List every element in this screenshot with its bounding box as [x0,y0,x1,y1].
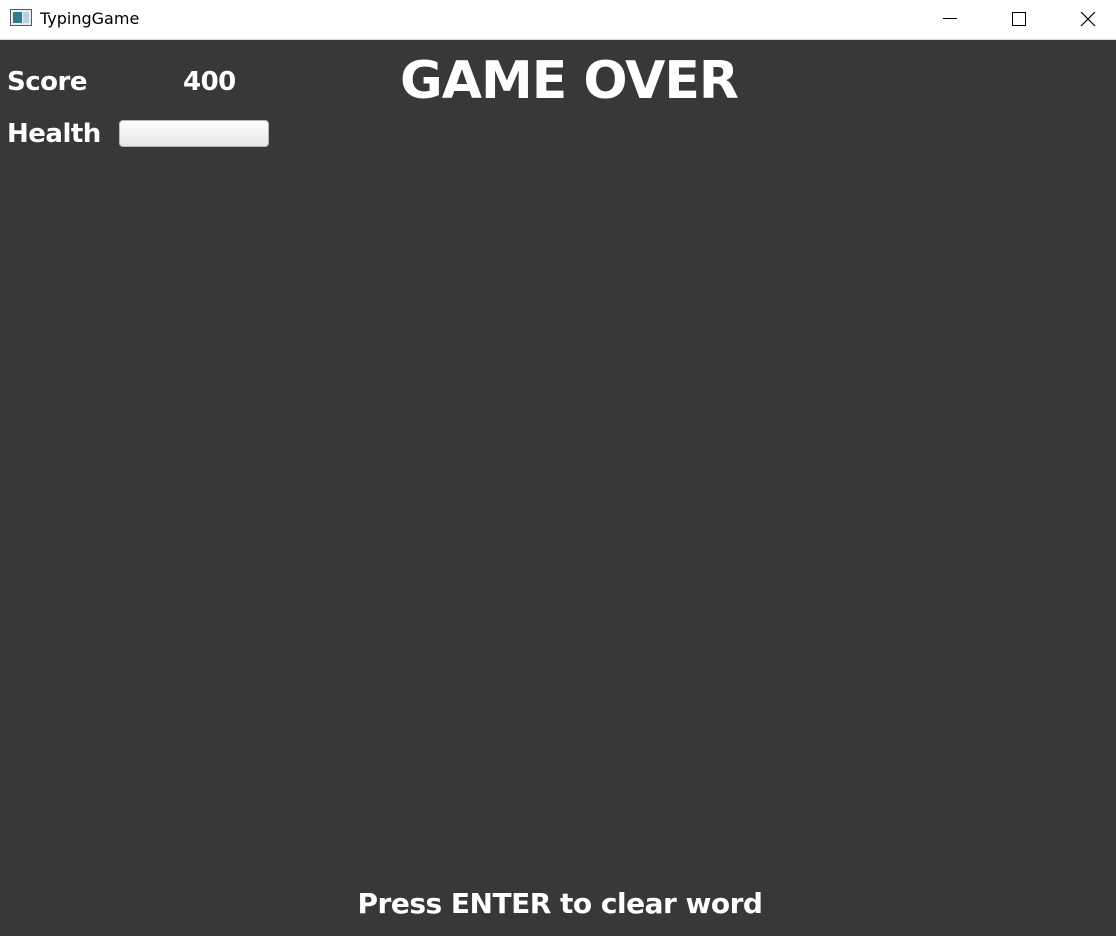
minimize-button[interactable] [916,0,982,40]
health-label: Health [7,119,101,149]
maximize-button[interactable] [985,0,1051,40]
maximize-icon [1012,12,1026,26]
close-button[interactable] [1054,0,1116,40]
enter-prompt: Press ENTER to clear word [357,887,763,920]
health-bar [119,120,269,147]
window-title: TypingGame [40,9,140,28]
game-window: TypingGame Score 400 Health GAME OVER Pr… [0,0,1116,936]
game-over-heading: GAME OVER [400,51,739,111]
close-icon [1080,12,1096,27]
title-bar[interactable]: TypingGame [0,0,1116,40]
minimize-icon [943,18,957,19]
app-window-icon [10,9,32,26]
